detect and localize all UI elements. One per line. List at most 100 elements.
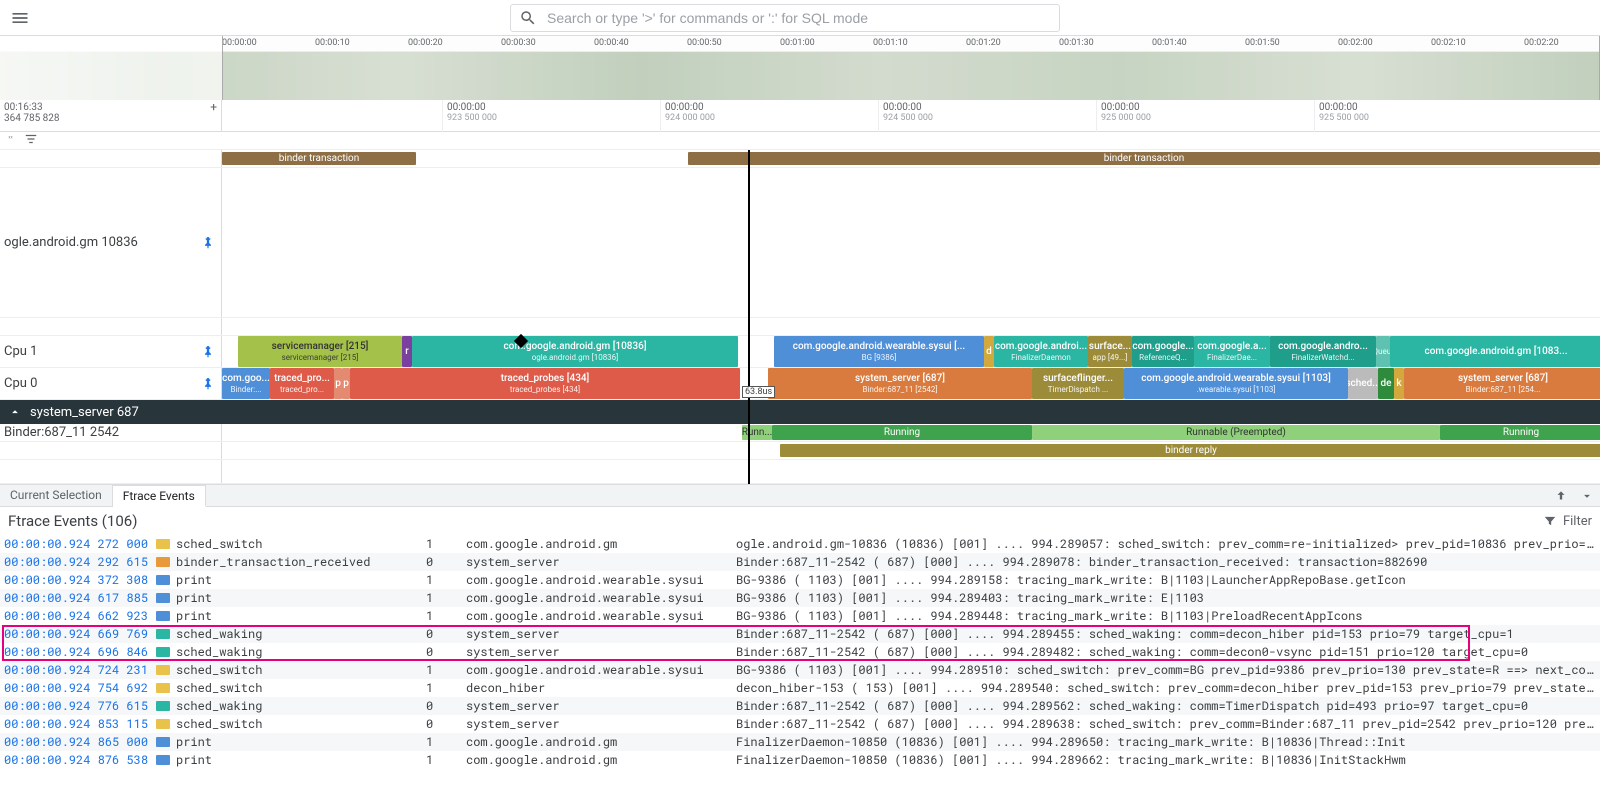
- table-row[interactable]: 00:00:00.924 696 846sched_waking0system_…: [0, 643, 1600, 661]
- cell-timestamp: 00:00:00.924 865 000: [4, 734, 156, 750]
- cell-message: FinalizerDaemon-10850 (10836) [001] ....…: [736, 752, 1596, 768]
- track-slice[interactable]: de: [1378, 368, 1394, 399]
- track-slice[interactable]: p: [334, 368, 342, 399]
- panel-toggle-icon[interactable]: [1574, 485, 1600, 506]
- cell-cpu: 1: [426, 608, 466, 624]
- event-color-swatch: [156, 593, 170, 603]
- track-slice[interactable]: r: [402, 336, 412, 367]
- search-icon: [519, 9, 537, 27]
- cell-message: BG-9386 ( 1103) [001] .... 994.289510: s…: [736, 662, 1596, 678]
- cell-process: system_server: [466, 716, 736, 732]
- track-slice[interactable]: system_server [687]Binder:687_11 [2542]: [768, 368, 1032, 399]
- track-slice[interactable]: com.google.android.gm [1083...: [1390, 336, 1600, 367]
- group-header-system-server[interactable]: system_server 687: [0, 400, 1600, 424]
- track-slice[interactable]: traced_pro...traced_pro...: [270, 368, 334, 399]
- table-row[interactable]: 00:00:00.924 372 308print1com.google.and…: [0, 571, 1600, 589]
- table-row[interactable]: 00:00:00.924 754 692sched_switch1decon_h…: [0, 679, 1600, 697]
- table-row[interactable]: 00:00:00.924 876 538print1com.google.and…: [0, 751, 1600, 769]
- cell-message: Binder:687_11-2542 ( 687) [000] .... 994…: [736, 644, 1596, 660]
- overview-timeline[interactable]: 00:00:00 00:00:10 00:00:20 00:00:30 00:0…: [0, 36, 1600, 100]
- tab-current-selection[interactable]: Current Selection: [0, 485, 113, 506]
- track-area[interactable]: binder transaction binder transaction ogl…: [0, 150, 1600, 484]
- event-color-swatch: [156, 701, 170, 711]
- panel-up-icon[interactable]: [1548, 485, 1574, 506]
- pin-icon[interactable]: [201, 345, 215, 359]
- cell-event: sched_waking: [176, 644, 426, 660]
- track-label-process[interactable]: ogle.android.gm 10836: [0, 168, 222, 317]
- track-slice[interactable]: com.google.androi...FinalizerDaemon: [994, 336, 1088, 367]
- table-row[interactable]: 00:00:00.924 617 885print1com.google.and…: [0, 589, 1600, 607]
- track-collapse[interactable]: [0, 318, 222, 335]
- table-row[interactable]: 00:00:00.924 724 231sched_switch1com.goo…: [0, 661, 1600, 679]
- event-color-swatch: [156, 719, 170, 729]
- pin-icon[interactable]: [201, 236, 215, 250]
- track-slice[interactable]: sched...: [1348, 368, 1378, 399]
- time-axis[interactable]: + 00:16:33 364 785 828 00:00:00923 500 0…: [0, 100, 1600, 132]
- track-slice[interactable]: binder transaction: [688, 152, 1600, 165]
- track-slice[interactable]: com.goo...Binder:...: [222, 368, 270, 399]
- table-row[interactable]: 00:00:00.924 272 000sched_switch1com.goo…: [0, 535, 1600, 553]
- overview-selection[interactable]: [222, 36, 1600, 100]
- track-slice[interactable]: com.google.android.gm [10836]ogle.androi…: [412, 336, 738, 367]
- track-slice[interactable]: system_server [687]Binder:687_11 [254...: [1404, 368, 1600, 399]
- track-slice[interactable]: Runn...: [742, 425, 772, 440]
- track-slice[interactable]: com.google.android.wearable.sysui [...BG…: [774, 336, 984, 367]
- track-slice[interactable]: binder reply: [780, 444, 1600, 457]
- cell-process: decon_hiber: [466, 680, 736, 696]
- track-slice[interactable]: com.google.a...FinalizerDae...: [1194, 336, 1270, 367]
- cell-cpu: 1: [426, 680, 466, 696]
- track-slice[interactable]: Running: [1440, 425, 1600, 440]
- track-slice[interactable]: d: [984, 336, 994, 367]
- filter-tracks-icon[interactable]: [24, 132, 38, 149]
- cell-cpu: 0: [426, 626, 466, 642]
- track-slice[interactable]: traced_probes [434]traced_probes [434]: [350, 368, 740, 399]
- cell-event: sched_switch: [176, 680, 426, 696]
- track-slice[interactable]: surface...app [49...]: [1088, 336, 1132, 367]
- filter-button[interactable]: Filter: [1543, 514, 1592, 529]
- cell-message: Binder:687_11-2542 ( 687) [000] .... 994…: [736, 626, 1596, 642]
- table-row[interactable]: 00:00:00.924 669 769sched_waking0system_…: [0, 625, 1600, 643]
- cell-timestamp: 00:00:00.924 724 231: [4, 662, 156, 678]
- cell-event: sched_switch: [176, 536, 426, 552]
- track-slice[interactable]: com.google...ReferenceQ...: [1132, 336, 1194, 367]
- cell-event: print: [176, 572, 426, 588]
- tab-ftrace-events[interactable]: Ftrace Events: [113, 485, 206, 507]
- event-color-swatch: [156, 665, 170, 675]
- cell-timestamp: 00:00:00.924 669 769: [4, 626, 156, 642]
- table-row[interactable]: 00:00:00.924 662 923print1com.google.and…: [0, 607, 1600, 625]
- omnibox[interactable]: [510, 4, 1060, 32]
- track-slice[interactable]: Running: [772, 425, 1032, 440]
- track-slice[interactable]: com.google.android.wearable.sysui [1103]…: [1124, 368, 1348, 399]
- track-label-reply[interactable]: [0, 442, 222, 459]
- track-slice[interactable]: com.google.andro...FinalizerWatchd...: [1270, 336, 1376, 367]
- track-label-async[interactable]: [0, 150, 222, 167]
- track-slice[interactable]: servicemanager [215]servicemanager [215]: [238, 336, 402, 367]
- cell-event: sched_waking: [176, 626, 426, 642]
- pin-icon[interactable]: [201, 377, 215, 391]
- time-axis-origin: + 00:16:33 364 785 828: [0, 100, 222, 131]
- cell-message: decon_hiber-153 ( 153) [001] .... 994.28…: [736, 680, 1596, 696]
- time-cursor[interactable]: [748, 150, 750, 484]
- track-label-thread[interactable]: Binder:687_11 2542: [0, 424, 222, 441]
- track-slice[interactable]: surfaceflinger...TimerDispatch ...: [1032, 368, 1124, 399]
- track-label-cpu1[interactable]: Cpu 1: [0, 336, 222, 367]
- panel-title: Ftrace Events (106): [8, 512, 137, 530]
- track-slice[interactable]: p: [342, 368, 350, 399]
- track-slice[interactable]: k: [1394, 368, 1404, 399]
- table-row[interactable]: 00:00:00.924 853 115sched_switch0system_…: [0, 715, 1600, 733]
- track-slice[interactable]: Runnable (Preempted): [1032, 425, 1440, 440]
- process-name: ogle.android.gm 10836: [4, 235, 138, 250]
- cell-timestamp: 00:00:00.924 272 000: [4, 536, 156, 552]
- menu-button[interactable]: [0, 8, 40, 28]
- ftrace-table[interactable]: 00:00:00.924 272 000sched_switch1com.goo…: [0, 535, 1600, 769]
- collapse-all-icon[interactable]: [4, 132, 18, 149]
- track-label-cpu0[interactable]: Cpu 0: [0, 368, 222, 399]
- track-slice[interactable]: ReferenceQueueD [10849]: [1376, 336, 1390, 367]
- table-row[interactable]: 00:00:00.924 865 000print1com.google.and…: [0, 733, 1600, 751]
- track-slice[interactable]: binder transaction: [222, 152, 416, 165]
- search-input[interactable]: [547, 10, 1051, 26]
- cell-message: BG-9386 ( 1103) [001] .... 994.289158: t…: [736, 572, 1596, 588]
- cell-event: print: [176, 608, 426, 624]
- table-row[interactable]: 00:00:00.924 776 615sched_waking0system_…: [0, 697, 1600, 715]
- table-row[interactable]: 00:00:00.924 292 615binder_transaction_r…: [0, 553, 1600, 571]
